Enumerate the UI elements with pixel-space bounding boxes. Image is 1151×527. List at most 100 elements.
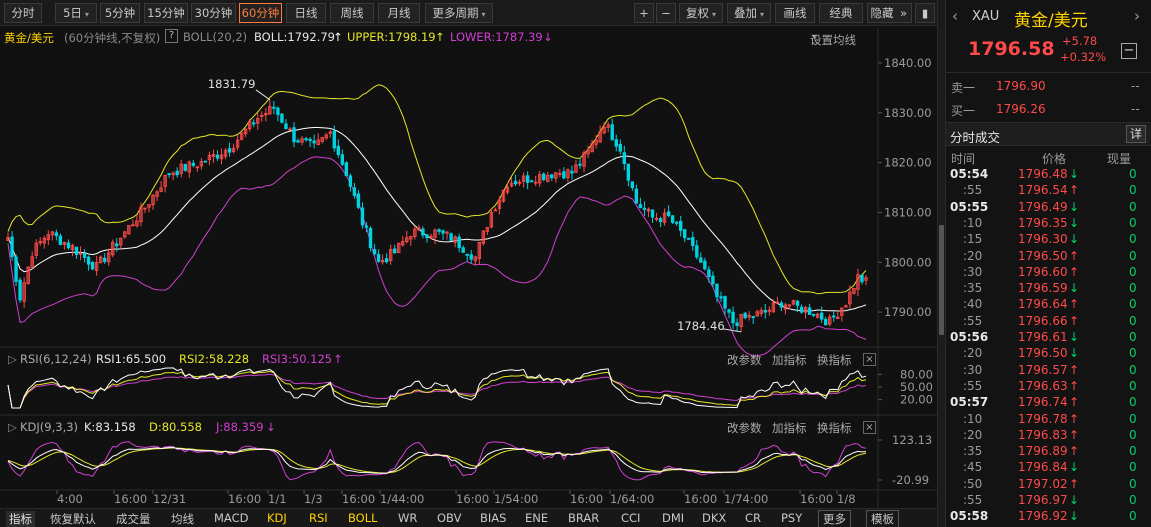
indicator-name[interactable]: BOLL(20,2): [183, 30, 247, 44]
draw-line-button[interactable]: 画线: [775, 3, 815, 23]
period-tab-label: 分时: [11, 6, 35, 20]
period-tab[interactable]: 60分钟: [239, 3, 282, 23]
chart-canvas[interactable]: 1840.00 1830.00 1820.00 1810.00 1800.00 1790.…: [0, 0, 945, 527]
help-icon[interactable]: ?: [165, 29, 178, 43]
candle-body: [795, 300, 800, 306]
up-arrow-icon: ↑: [1069, 476, 1080, 491]
minus-icon[interactable]: −: [1121, 43, 1137, 59]
indicator-tab[interactable]: DKX: [702, 511, 726, 525]
period-tab[interactable]: 30分钟: [191, 3, 236, 23]
kdj-swap-indicator[interactable]: 换指标: [817, 420, 852, 436]
kdj-tick-label: -20.99: [892, 473, 929, 487]
indicator-tab[interactable]: WR: [398, 511, 417, 525]
chart-mode: (60分钟线,不复权): [64, 31, 161, 45]
time-tick-label: 1/54:00: [494, 492, 538, 506]
rsi1-value: RSI1:65.500: [96, 352, 167, 366]
k-value: K:83.158: [84, 420, 136, 434]
indicator-tab[interactable]: RSI: [309, 511, 328, 525]
trades-detail-button[interactable]: 详: [1126, 125, 1146, 143]
sell-volume: --: [1131, 79, 1140, 93]
indicator-tab[interactable]: MACD: [214, 511, 248, 525]
trade-time: :50: [963, 476, 983, 491]
trade-price: 1796.64: [1018, 297, 1068, 312]
indicator-tab[interactable]: ENE: [525, 511, 548, 525]
indicator-tab[interactable]: CR: [745, 511, 761, 525]
candle-body: [650, 209, 655, 218]
trade-time: :15: [963, 232, 983, 247]
period-tab[interactable]: 月线: [378, 3, 420, 23]
indicator-tab[interactable]: 恢复默认: [50, 511, 96, 527]
vertical-scrollbar[interactable]: [937, 0, 945, 527]
time-tick-label: 16:00: [342, 492, 375, 506]
rsi-add-indicator[interactable]: 加指标: [772, 352, 807, 368]
candle-body: [280, 113, 284, 123]
candle-body: [336, 145, 341, 156]
trade-volume: 0: [1129, 378, 1137, 393]
kdj-panel-name[interactable]: KDJ(9,3,3): [20, 420, 78, 434]
candle-body: [421, 228, 425, 236]
candle-body: [115, 243, 119, 247]
candle-body: [183, 164, 187, 171]
indicator-tab[interactable]: 均线: [171, 511, 194, 527]
collapse-icon[interactable]: ▷: [8, 420, 17, 434]
rsi-swap-indicator[interactable]: 换指标: [817, 352, 852, 368]
rsi-tick-label: 20.00: [900, 393, 933, 407]
collapse-icon[interactable]: »: [896, 3, 912, 23]
close-icon[interactable]: ×: [863, 353, 876, 366]
fuquan-dropdown[interactable]: 复权 ▾: [679, 3, 723, 23]
candle-body: [102, 257, 107, 262]
forward-arrow-icon[interactable]: ›: [1134, 7, 1140, 25]
side-toggle-icon[interactable]: ▮: [915, 3, 935, 23]
time-tick-label: 16:00: [800, 492, 833, 506]
up-arrow-icon: ↑: [1069, 248, 1080, 263]
candle-body: [699, 257, 703, 263]
zoom-out-button[interactable]: −: [656, 3, 676, 23]
kdj-add-indicator[interactable]: 加指标: [772, 420, 807, 436]
indicator-tab[interactable]: KDJ: [267, 511, 287, 525]
period-tab[interactable]: 更多周期 ▾: [425, 3, 493, 23]
period-tab[interactable]: 日线: [286, 3, 326, 23]
trade-price: 1796.63: [1018, 378, 1068, 393]
indicator-tab[interactable]: BIAS: [480, 511, 506, 525]
period-tab[interactable]: 分时: [4, 3, 42, 23]
up-arrow-icon: ↑: [333, 30, 343, 44]
kdj-change-params[interactable]: 改参数: [727, 420, 762, 436]
indicator-tab[interactable]: CCI: [621, 511, 640, 525]
trade-volume: 0: [1129, 362, 1137, 377]
candle-body: [666, 211, 671, 217]
trade-time: :35: [963, 281, 983, 296]
hide-button[interactable]: 隐藏: [867, 3, 897, 23]
indicator-tab[interactable]: PSY: [781, 511, 802, 525]
indicator-tab[interactable]: BRAR: [568, 511, 599, 525]
scrollbar-thumb[interactable]: [939, 225, 944, 335]
ma-settings-label: 设置均线: [810, 33, 856, 47]
trade-time: :10: [963, 411, 983, 426]
candle-body: [807, 307, 812, 315]
close-icon[interactable]: ×: [863, 421, 876, 434]
down-arrow-icon: ↓: [1069, 460, 1080, 475]
high-marker-line: [255, 89, 271, 101]
rsi-change-params[interactable]: 改参数: [727, 352, 762, 368]
zoom-in-button[interactable]: +: [634, 3, 654, 23]
down-arrow-icon: ↓: [1069, 346, 1080, 361]
indicator-tab[interactable]: OBV: [437, 511, 461, 525]
period-tab[interactable]: 5分钟: [100, 3, 140, 23]
trade-time: :20: [963, 346, 983, 361]
period-tab[interactable]: 15分钟: [144, 3, 188, 23]
indicator-tab[interactable]: DMI: [662, 511, 684, 525]
indicator-tab[interactable]: 模板: [866, 510, 899, 527]
period-tab[interactable]: 周线: [330, 3, 374, 23]
candle-body: [626, 163, 631, 181]
back-arrow-icon[interactable]: ‹: [952, 7, 958, 25]
collapse-icon[interactable]: ▷: [8, 352, 17, 366]
overlay-dropdown[interactable]: 叠加 ▾: [727, 3, 771, 23]
indicator-tab[interactable]: BOLL: [348, 511, 378, 525]
kdj-j-line: [7, 441, 867, 481]
classic-button[interactable]: 经典: [819, 3, 863, 23]
col-header-time: 时间: [951, 152, 976, 166]
indicator-tab[interactable]: 指标: [6, 511, 35, 527]
indicator-tab[interactable]: 成交量: [116, 511, 151, 527]
indicator-tab[interactable]: 更多: [818, 510, 851, 527]
period-tab[interactable]: 5日 ▾: [55, 3, 97, 23]
rsi-panel-name[interactable]: RSI(6,12,24): [20, 352, 92, 366]
